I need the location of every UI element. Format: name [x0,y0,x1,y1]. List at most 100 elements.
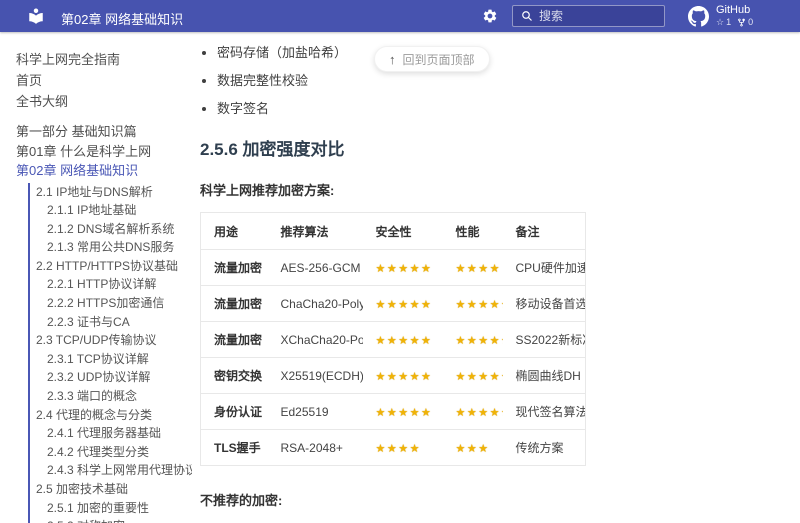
cell-algorithm: ChaCha20-Poly1305 [267,285,363,322]
table-row: 流量加密ChaCha20-Poly1305★★★★★★★★★★移动设备首选 [200,285,586,322]
back-to-top-button[interactable]: ↑ 回到页面顶部 [374,46,490,72]
table-row: 流量加密XChaCha20-Poly1305★★★★★★★★★★SS2022新标… [200,321,586,358]
sidebar-top-group: 科学上网完全指南 首页 全书大纲 [16,49,192,112]
search-box[interactable] [512,5,665,27]
cell-use: TLS握手 [200,429,268,466]
search-input[interactable] [539,9,656,23]
cell-performance-rating: ★★★★★ [442,357,503,394]
sidebar-subitem[interactable]: 2.5.1 加密的重要性 [30,499,192,518]
star-rating: ★★★★★ [375,406,433,419]
cell-security-rating: ★★★★★ [362,285,443,322]
section-heading: 2.5.6 加密强度对比 [200,140,345,159]
sidebar-item-active[interactable]: 第02章 网络基础知识 [16,161,192,181]
arrow-up-icon: ↑ [389,51,396,67]
cell-use: 密钥交换 [200,357,268,394]
sidebar-chapter-subtree: 2.1 IP地址与DNS解析 2.1.1 IP地址基础 2.1.2 DNS域名解析系… [28,182,192,523]
cell-note: 椭圆曲线DH [502,357,586,394]
star-rating: ★★★★★ [455,406,503,419]
cell-performance-rating: ★★★★★ [442,321,503,358]
cell-performance-rating: ★★★★★ [442,285,503,322]
sidebar-item[interactable]: 科学上网完全指南 [16,49,192,70]
table-header-cell: 性能 [455,225,480,239]
cell-note: 移动设备首选 [502,285,586,322]
star-rating: ★★★ [455,442,490,455]
sidebar-item[interactable]: 全书大纲 [16,91,192,112]
list-item: 密码存储（加盐哈希） [217,43,800,62]
sidebar-subitem[interactable]: 2.2.3 证书与CA [30,313,192,332]
cell-note: 传统方案 [502,429,586,466]
sidebar-subitem[interactable]: 2.4.1 代理服务器基础 [30,424,192,443]
table-row: 流量加密 AES-256-GCM ★★★★★ ★★★★ CPU硬件加速 [200,249,586,286]
sidebar-subitem[interactable]: 2.2 HTTP/HTTPS协议基础 [30,257,192,276]
cell-performance-rating: ★★★★ [442,249,503,286]
back-to-top-label: 回到页面顶部 [402,52,475,67]
sidebar: 科学上网完全指南 首页 全书大纲 第一部分 基础知识篇 第01章 什么是科学上网 第02… [0,32,192,523]
sidebar-subitem[interactable]: 2.3.3 端口的概念 [30,387,192,406]
table-header-cell: 用途 [214,225,239,239]
sidebar-subitem[interactable]: 2.1.2 DNS域名解析系统 [30,220,192,239]
sidebar-subitem[interactable]: 2.4.2 代理类型分类 [30,443,192,462]
star-rating: ★★★★★ [455,298,503,311]
star-rating: ★★★★★ [455,370,503,383]
book-logo-icon[interactable] [27,7,45,25]
gear-icon[interactable] [482,8,498,24]
main-content: 密码存储（加盐哈希） 数据完整性校验数字签名 2.5.6 加密强度对比 科学上网推… [200,32,800,523]
cell-algorithm: XChaCha20-Poly1305 [267,321,363,358]
cell-security-rating: ★★★★★ [362,321,443,358]
table-row: 密钥交换X25519(ECDH)★★★★★★★★★★椭圆曲线DH [200,357,586,394]
star-rating: ★★★★ [455,262,501,275]
fork-icon [738,18,745,26]
sidebar-subitem[interactable]: 2.5.2 对称加密 [30,517,192,523]
sidebar-subitem[interactable]: 2.1 IP地址与DNS解析 [30,183,192,202]
star-rating: ★★★★★ [375,370,433,383]
sidebar-subitem[interactable]: 2.1.3 常用公共DNS服务 [30,238,192,257]
github-star-count: 1 [726,17,732,27]
table-header-cell: 推荐算法 [280,225,329,239]
bullet-list: 密码存储（加盐哈希） 数据完整性校验数字签名 [200,43,800,118]
star-rating: ★★★★★ [375,298,433,311]
cell-use: 流量加密 [200,249,268,286]
cell-security-rating: ★★★★★ [362,357,443,394]
sidebar-subitem[interactable]: 2.3.1 TCP协议详解 [30,350,192,369]
table-header-row: 用途 推荐算法 安全性 性能 备注 [201,213,586,250]
sidebar-item[interactable]: 第01章 什么是科学上网 [16,142,192,162]
page-title[interactable]: 第02章 网络基础知识 [61,9,183,28]
table-header-cell: 安全性 [375,225,412,239]
github-link[interactable]: GitHub ☆ 1 0 [688,4,753,28]
sidebar-item[interactable]: 第一部分 基础知识篇 [16,122,192,142]
cell-performance-rating: ★★★ [442,429,503,466]
star-rating: ★★★★★ [375,334,433,347]
cell-note: SS2022新标准 [502,321,586,358]
star-icon: ☆ [716,17,725,27]
encryption-comparison-table: 用途 推荐算法 安全性 性能 备注 流量加密 AES-256-GCM ★★★★★ ★★★★ CP… [200,212,586,466]
list-item: 数字签名 [217,99,800,118]
table-row: TLS握手 RSA-2048+ ★★★★ ★★★ 传统方案 [200,429,586,466]
not-recommended-heading: 不推荐的加密: [200,493,283,508]
sidebar-subitem[interactable]: 2.5 加密技术基础 [30,480,192,499]
list-item: 数据完整性校验 [217,71,800,90]
cell-algorithm: Ed25519 [267,393,363,430]
cell-algorithm: X25519(ECDH) [267,357,363,394]
table-header-cell: 备注 [515,225,540,239]
sidebar-subitem[interactable]: 2.4 代理的概念与分类 [30,406,192,425]
cell-note: CPU硬件加速 [502,249,586,286]
cell-use: 身份认证 [200,393,268,430]
sidebar-item[interactable]: 首页 [16,70,192,91]
cell-performance-rating: ★★★★★ [442,393,503,430]
github-octocat-icon [688,5,709,26]
cell-algorithm: RSA-2048+ [267,429,363,466]
star-rating: ★★★★★ [455,334,503,347]
sidebar-subitem[interactable]: 2.1.1 IP地址基础 [30,201,192,220]
cell-use: 流量加密 [200,285,268,322]
cell-security-rating: ★★★★★ [362,249,443,286]
sidebar-subitem[interactable]: 2.2.2 HTTPS加密通信 [30,294,192,313]
cell-algorithm: AES-256-GCM [267,249,363,286]
sidebar-subitem[interactable]: 2.4.3 科学上网常用代理协议 [30,461,192,480]
cell-use: 流量加密 [200,321,268,358]
sidebar-subitem[interactable]: 2.2.1 HTTP协议详解 [30,275,192,294]
sidebar-subitem[interactable]: 2.3.2 UDP协议详解 [30,368,192,387]
cell-security-rating: ★★★★ [362,429,443,466]
sidebar-subitem[interactable]: 2.3 TCP/UDP传输协议 [30,331,192,350]
sidebar-part-group: 第一部分 基础知识篇 第01章 什么是科学上网 第02章 网络基础知识 [16,122,192,181]
github-label: GitHub [716,4,751,16]
